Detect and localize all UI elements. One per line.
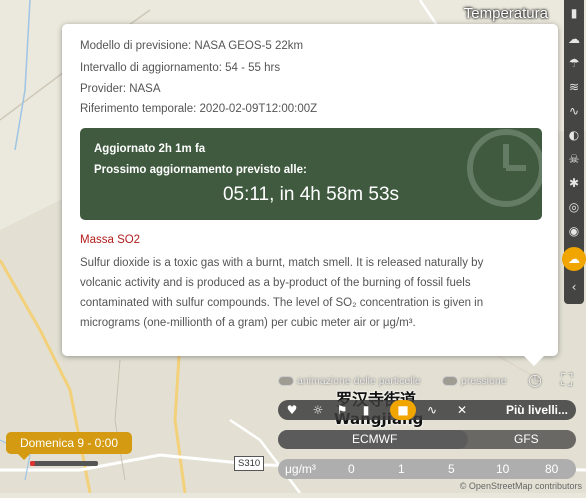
clock-settings-icon[interactable]: ◷	[528, 370, 542, 389]
legend-value: 5	[448, 462, 455, 476]
fullscreen-icon[interactable]: ⛶	[561, 370, 572, 390]
cloud-icon[interactable]: ☁	[564, 30, 584, 48]
model-ecmwf[interactable]: ECMWF	[352, 430, 397, 449]
legend-value: 80	[545, 462, 559, 476]
map-attribution[interactable]: © OpenStreetMap contributors	[460, 481, 582, 491]
flag-icon[interactable]: ⚑	[332, 400, 352, 420]
interval-info: Intervallo di aggiornamento: 54 - 55 hrs	[80, 62, 281, 74]
chevron-left-icon[interactable]: ‹	[564, 278, 584, 296]
timeline-track[interactable]	[30, 461, 98, 466]
skull-icon[interactable]: ☠	[564, 150, 584, 168]
next-update-label: Prossimo aggiornamento previsto alle:	[94, 164, 307, 176]
satellite-icon[interactable]: ✱	[564, 174, 584, 192]
clock-icon	[467, 129, 542, 207]
legend-value: 10	[496, 462, 510, 476]
updated-ago: Aggiornato 2h 1m fa	[94, 143, 206, 155]
reference-info: Riferimento temporale: 2020-02-09T12:00:…	[80, 103, 318, 115]
weather-icon[interactable]: ☼	[308, 400, 328, 420]
thermometer-small-icon[interactable]: ▮	[356, 400, 376, 420]
pressure-switch[interactable]	[442, 376, 458, 387]
date-button[interactable]: Domenica 9 - 0:00	[6, 432, 132, 460]
layer-toolbar: ♥ ☼ ⚑ ▮ ■ ∿ ✕ Più livelli...	[278, 400, 576, 420]
heart-icon[interactable]: ♥	[282, 400, 302, 420]
pressure-toggle[interactable]: pressione	[442, 375, 507, 387]
road-shield: S310	[234, 456, 265, 471]
close-icon[interactable]: ✕	[452, 400, 472, 420]
info-popup: Modello di previsione: NASA GEOS-5 22km …	[62, 24, 558, 366]
pressure-label: pressione	[461, 375, 507, 387]
provider-info: Provider: NASA	[80, 83, 161, 95]
pressure-icon[interactable]: ◐	[564, 126, 584, 144]
layer-toolbar-vertical: ▮ ☁ ☂ ≋ ∿ ◐ ☠ ✱ ◎ ◉ ☁ ‹	[562, 0, 586, 304]
legend-value: 0	[348, 462, 355, 476]
layer-title: Temperatura	[463, 5, 548, 22]
layer-name: Massa SO2	[80, 234, 141, 246]
waves-small-icon[interactable]: ∿	[422, 400, 442, 420]
model-info: Modello di previsione: NASA GEOS-5 22km	[80, 40, 304, 52]
legend-value: 1	[398, 462, 405, 476]
particles-toggle[interactable]: animazione delle particelle	[278, 375, 421, 387]
more-levels-button[interactable]: Più livelli...	[506, 400, 568, 420]
radar-icon[interactable]: ◎	[564, 198, 584, 216]
legend-bar: μg/m³ 0 1 5 10 80	[278, 459, 576, 479]
layer-description: Sulfur dioxide is a toxic gas with a bur…	[80, 257, 484, 329]
legend-unit: μg/m³	[285, 462, 316, 476]
rain-icon[interactable]: ☂	[564, 54, 584, 72]
model-gfs[interactable]: GFS	[514, 430, 539, 449]
particles-label: animazione delle particelle	[297, 375, 421, 387]
timeline-progress	[30, 461, 36, 466]
waves-icon[interactable]: ∿	[564, 102, 584, 120]
pollution-icon[interactable]: ☁	[562, 247, 586, 271]
model-selector: ECMWF GFS	[278, 430, 576, 449]
camera-icon[interactable]: ■	[390, 400, 416, 420]
update-status-box: Aggiornato 2h 1m fa Prossimo aggiornamen…	[80, 128, 542, 220]
particles-switch[interactable]	[278, 376, 294, 387]
target-icon[interactable]: ◉	[564, 222, 584, 240]
wind-icon[interactable]: ≋	[564, 78, 584, 96]
thermometer-icon[interactable]: ▮	[564, 4, 584, 22]
